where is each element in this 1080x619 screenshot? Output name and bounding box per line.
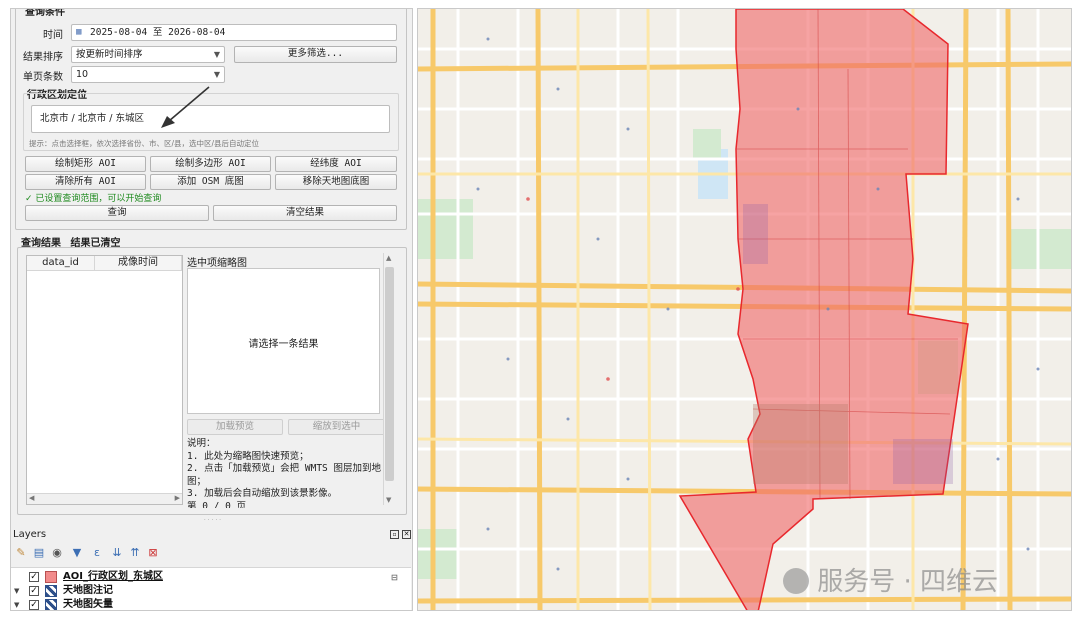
check-icon: ✓ [25, 194, 33, 204]
time-range-field[interactable]: ▦ 2025-08-04 至 2026-08-04 [71, 24, 397, 41]
results-horizontal-scrollbar[interactable]: ◀ ▶ [27, 493, 182, 504]
query-button[interactable]: 查询 [25, 205, 209, 221]
layer-checkbox[interactable]: ✓ [29, 572, 39, 582]
status-message: ✓ 已设置查询范围，可以开始查询 [25, 191, 161, 204]
status-text: 已设置查询范围，可以开始查询 [35, 194, 162, 204]
column-header-capture-time[interactable]: 成像时间 [95, 256, 182, 271]
sort-label: 结果排序 [23, 52, 63, 63]
layers-title: Layers [13, 529, 47, 540]
raster-layer-icon [45, 585, 57, 597]
zoom-to-selected-button[interactable]: 缩放到选中 [288, 419, 385, 435]
description-line: 3. 加载后会自动缩放到该景影像。 [187, 488, 338, 499]
page-size-label: 单页条数 [23, 72, 63, 83]
collapse-all-icon[interactable]: ⇈ [129, 547, 141, 559]
description-line: 1. 此处为缩略图快速预览； [187, 450, 309, 462]
clear-all-aoi-button[interactable]: 清除所有 AOI [25, 174, 146, 190]
scroll-up-icon: ▲ [386, 254, 392, 262]
page-size-select[interactable]: 10 ▼ [71, 66, 225, 83]
layer-indicator-icon: ⊟ [391, 573, 398, 582]
expression-filter-icon[interactable]: ε [91, 547, 103, 559]
layers-toolbar: ✎ ▤ ◉ ▼ ε ⇊ ⇈ ⊠ [15, 546, 195, 562]
expand-arrow-icon[interactable]: ▼ [14, 584, 19, 598]
time-range-value: 2025-08-04 至 2026-08-04 [90, 27, 226, 38]
map-canvas[interactable]: 服务号 · 四维云 [417, 8, 1072, 611]
remove-layer-icon[interactable]: ⊠ [147, 547, 159, 559]
page-size-value: 10 [76, 69, 89, 80]
style-manager-icon[interactable]: ✎ [15, 547, 27, 559]
close-panel-icon[interactable]: ✕ [402, 530, 411, 539]
region-path: 北京市 / 北京市 / 东城区 [40, 113, 144, 124]
layer-checkbox[interactable]: ✓ [29, 600, 39, 610]
clear-results-button[interactable]: 清空结果 [213, 205, 397, 221]
layers-tree: ✓ AOI_行政区划_东城区 ⊟ ▼ ✓ 天地图注记 ▼ ✓ 天地图矢量 [11, 567, 411, 610]
scroll-right-icon: ▶ [174, 494, 180, 502]
description-line: 2. 点击「加载预览」会把 WMTS 图层加到地 [187, 463, 381, 474]
time-label: 时间 [43, 30, 63, 41]
expand-all-icon[interactable]: ⇊ [111, 547, 123, 559]
scrollbar-handle[interactable] [385, 267, 394, 481]
watermark-text: 服务号 · 四维云 [817, 567, 999, 597]
thumbnail-placeholder: 请选择一条结果 [248, 339, 319, 350]
description-text: 说明： 1. 此处为缩略图快速预览； 2. 点击「加载预览」会把 WMTS 图层… [187, 438, 381, 508]
visibility-icon[interactable]: ◉ [51, 547, 63, 559]
results-table[interactable]: data_id 成像时间 ◀ ▶ [26, 255, 183, 505]
column-header-data-id[interactable]: data_id [27, 256, 95, 271]
thumbnail-title: 选中项缩略图 [187, 258, 247, 269]
load-preview-button[interactable]: 加载预览 [187, 419, 283, 435]
float-panel-icon[interactable]: ▫ [390, 530, 399, 539]
description-line: 图； [187, 475, 207, 487]
description-line: 说明： [187, 438, 216, 449]
sort-select[interactable]: 按更新时间排序 ▼ [71, 46, 225, 63]
more-filters-button[interactable]: 更多筛选... [234, 46, 397, 63]
layer-name: 天地图注记 [63, 585, 113, 596]
base-map [418, 9, 1071, 610]
thumbnail-preview: 请选择一条结果 [187, 268, 380, 414]
sort-value: 按更新时间排序 [76, 49, 143, 60]
region-hint: 提示：点击选择框，依次选择省份、市、区/县，选中区/县后自动定位 [29, 139, 260, 148]
latlon-aoi-button[interactable]: 经纬度 AOI [275, 156, 397, 172]
watermark-logo-icon [783, 568, 809, 594]
expand-arrow-icon[interactable]: ▼ [14, 598, 19, 610]
map-watermark: 服务号 · 四维云 [783, 561, 998, 598]
layer-item-aoi[interactable]: ✓ AOI_行政区划_东城区 ⊟ [11, 570, 403, 584]
annotation-arrow [161, 86, 210, 128]
layer-checkbox[interactable]: ✓ [29, 586, 39, 596]
add-group-icon[interactable]: ▤ [33, 547, 45, 559]
remove-tianditu-button[interactable]: 移除天地图底图 [275, 174, 397, 190]
filter-legend-icon[interactable]: ▼ [71, 547, 83, 559]
raster-layer-icon [45, 599, 57, 610]
calendar-icon: ▦ [76, 27, 82, 37]
layer-item-tianditu-vector[interactable]: ▼ ✓ 天地图矢量 [11, 598, 403, 610]
scroll-left-icon: ◀ [29, 494, 35, 502]
draw-polygon-aoi-button[interactable]: 绘制多边形 AOI [150, 156, 271, 172]
layer-item-tianditu-annotation[interactable]: ▼ ✓ 天地图注记 [11, 584, 403, 598]
chevron-down-icon: ▼ [213, 50, 220, 59]
draw-rect-aoi-button[interactable]: 绘制矩形 AOI [25, 156, 146, 172]
panel-splitter[interactable]: · · · · · [11, 518, 412, 524]
page-indicator: 第 0 / 0 页 [187, 500, 247, 508]
layer-name: AOI_行政区划_东城区 [63, 571, 163, 582]
query-panel: 查询条件 时间 ▦ 2025-08-04 至 2026-08-04 结果排序 按… [10, 8, 413, 611]
chevron-down-icon: ▼ [213, 70, 220, 79]
layer-name: 天地图矢量 [63, 599, 113, 610]
query-conditions-title: 查询条件 [23, 9, 67, 18]
add-osm-basemap-button[interactable]: 添加 OSM 底图 [150, 174, 271, 190]
details-vertical-scrollbar[interactable]: ▲ ▼ [383, 253, 395, 505]
scroll-down-icon: ▼ [386, 496, 392, 504]
polygon-symbol-icon [45, 571, 57, 583]
